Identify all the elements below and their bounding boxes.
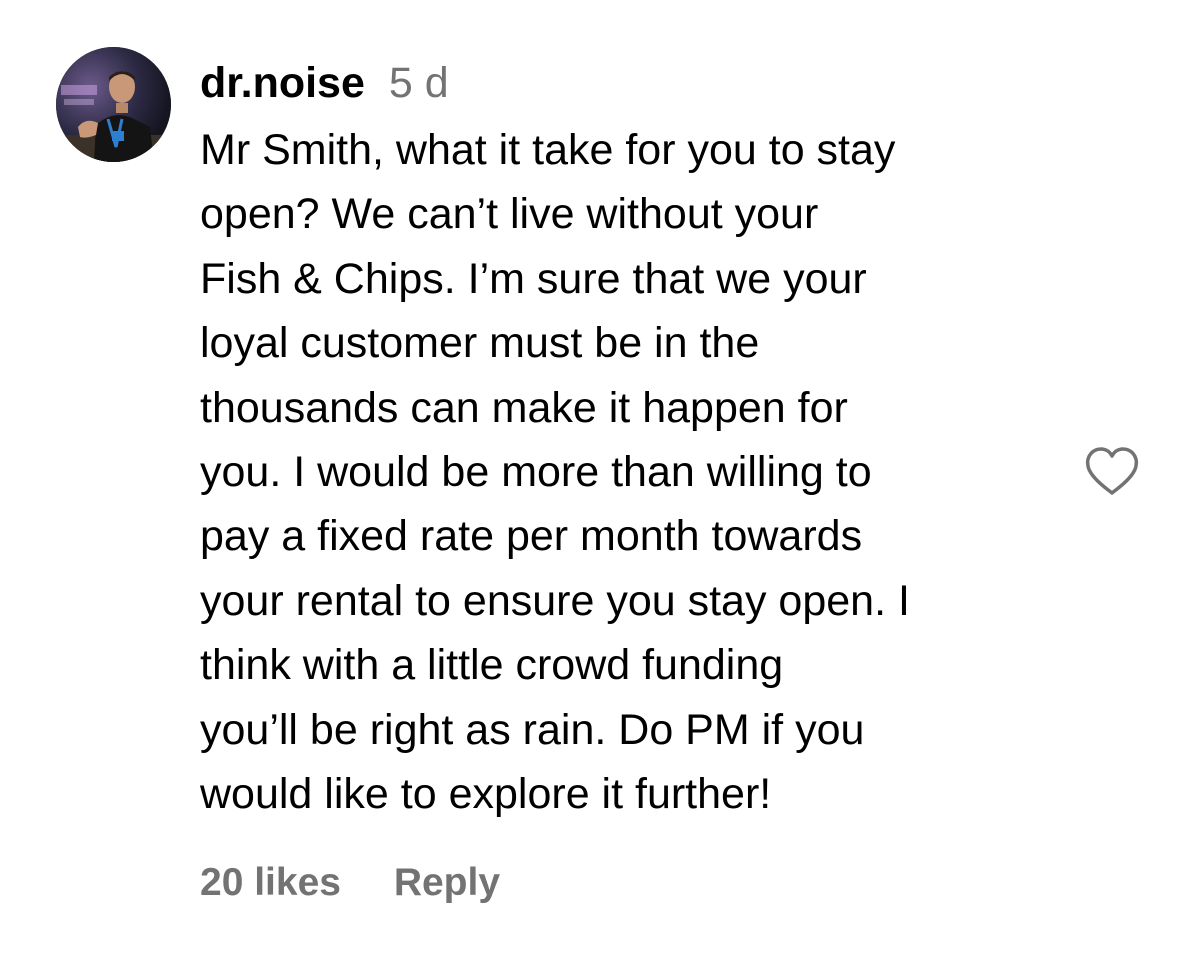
comment-text-line: thousands can make it happen for (200, 383, 848, 432)
comment-text-line: loyal customer must be in the (200, 319, 760, 368)
comment-text-line: Fish & Chips. I’m sure that we your (200, 254, 867, 303)
comment-text-line: your rental to ensure you stay open. I (200, 576, 910, 625)
comment-text-line: would like to explore it further! (200, 770, 772, 819)
comment: dr.noise 5 d Mr Smith, what it take for … (0, 0, 1200, 960)
username-link[interactable]: dr.noise (200, 59, 365, 107)
comment-text-line: pay a fixed rate per month towards (200, 512, 863, 561)
comment-text-line: you. I would be more than willing to (200, 448, 872, 497)
comment-timestamp[interactable]: 5 d (389, 59, 449, 107)
comment-text-line: Mr Smith, what it take for you to stay (200, 126, 896, 174)
comment-actions: 20 likes Reply (200, 858, 500, 908)
avatar[interactable] (56, 47, 171, 162)
comment-text-line: think with a little crowd funding (200, 641, 784, 690)
comment-header: dr.noise 5 d (200, 54, 1060, 112)
likes-count-button[interactable]: 20 likes (200, 861, 341, 904)
reply-button[interactable]: Reply (394, 861, 500, 904)
comment-text-line: open? We can’t live without your (200, 190, 819, 239)
comment-text: Mr Smith, what it take for you to stay o… (200, 118, 1060, 826)
comment-body: dr.noise 5 d Mr Smith, what it take for … (200, 54, 1060, 826)
comment-text-line: you’ll be right as rain. Do PM if you (200, 705, 865, 754)
heart-outline-icon[interactable] (1084, 446, 1140, 498)
